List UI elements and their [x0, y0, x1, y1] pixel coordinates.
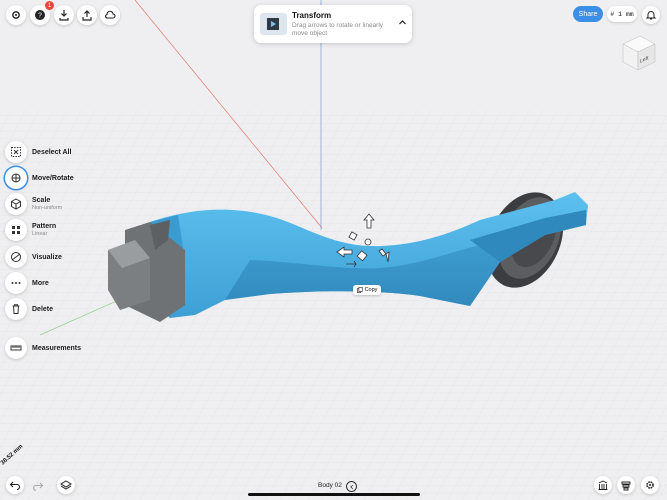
export-icon [82, 10, 92, 21]
copy-icon [356, 287, 363, 293]
redo-icon [32, 482, 44, 492]
stack-icon [621, 481, 631, 491]
move-rotate-icon [11, 173, 21, 183]
pivot-handle [364, 238, 372, 246]
deselect-icon [11, 147, 21, 157]
redo-button[interactable] [32, 479, 44, 492]
cube-icon [11, 198, 21, 210]
body-selector-button[interactable] [346, 481, 357, 492]
3d-viewport[interactable] [0, 0, 667, 500]
library-button[interactable] [594, 476, 612, 494]
visualize-icon [11, 252, 21, 262]
library-icon [598, 480, 608, 490]
undo-button[interactable] [6, 476, 24, 494]
notifications-button[interactable] [642, 6, 660, 24]
pattern-icon [12, 226, 20, 234]
tool-sublabel: Non-uniform [32, 205, 63, 211]
undo-icon [9, 481, 21, 491]
tool-scale[interactable]: Scale Non-uniform [5, 193, 62, 215]
stack-button[interactable] [617, 476, 635, 494]
tool-label: More [32, 279, 49, 287]
transform-card[interactable]: Transform Drag arrows to rotate or linea… [254, 5, 412, 43]
notification-badge: 1 [45, 1, 54, 10]
cloud-icon [105, 10, 116, 19]
copy-label: Copy [364, 287, 378, 293]
import-button[interactable] [54, 5, 74, 25]
tool-label: Scale [32, 197, 51, 204]
gear-icon [12, 11, 20, 19]
chevron-left-icon [349, 484, 353, 489]
tool-label: Visualize [32, 253, 62, 261]
layers-button[interactable] [57, 476, 75, 494]
tool-move-rotate[interactable]: Move/Rotate [5, 167, 74, 189]
tool-deselect-all[interactable]: Deselect All [5, 141, 71, 163]
body-name: Body 02 [318, 482, 342, 489]
chevron-up-icon[interactable] [398, 18, 407, 27]
copy-button[interactable]: Copy [353, 285, 381, 295]
transform-description: Drag arrows to rotate or linearly move o… [292, 22, 384, 37]
tool-label: Deselect All [32, 148, 72, 156]
transform-thumbnail [260, 13, 287, 35]
help-button[interactable]: ? 1 [30, 1, 54, 25]
tool-pattern[interactable]: Pattern Linear [5, 219, 56, 241]
tool-delete[interactable]: Delete [5, 298, 53, 320]
tool-more[interactable]: More [5, 272, 49, 294]
transform-title: Transform [292, 11, 332, 20]
tool-sublabel: Linear [32, 231, 48, 237]
tool-visualize[interactable]: Visualize [5, 246, 62, 268]
cloud-button[interactable] [100, 5, 120, 25]
gear-icon [646, 481, 654, 489]
tool-measurements[interactable]: Measurements [5, 337, 81, 359]
export-button[interactable] [77, 5, 97, 25]
bell-icon [645, 11, 657, 20]
layers-icon [60, 480, 72, 490]
more-icon [11, 282, 21, 284]
preferences-button[interactable] [641, 476, 659, 494]
units-selector[interactable]: # 1 mm [607, 6, 637, 22]
home-indicator [248, 493, 420, 496]
share-button[interactable]: Share [573, 6, 603, 22]
help-icon: ? [35, 10, 45, 20]
tool-label: Measurements [32, 344, 82, 352]
import-icon [59, 10, 69, 21]
trash-icon [12, 304, 20, 314]
tool-label: Pattern [32, 223, 57, 230]
settings-button[interactable] [6, 5, 26, 25]
svg-text:?: ? [38, 13, 42, 20]
ruler-icon [10, 345, 22, 351]
tool-label: Move/Rotate [32, 174, 74, 182]
tool-label: Delete [32, 305, 54, 313]
